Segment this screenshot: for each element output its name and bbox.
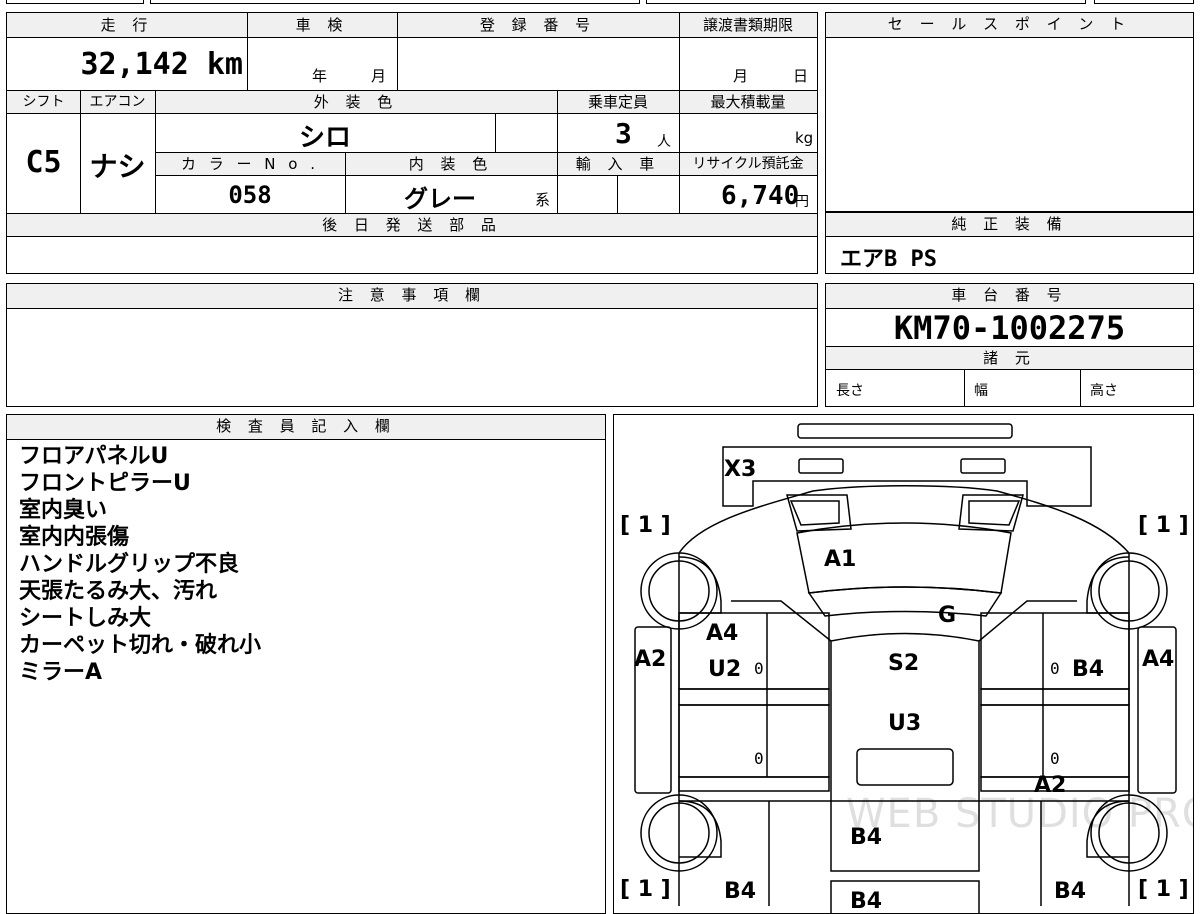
corner-bracket-top-left: [ 1 ] — [620, 513, 671, 538]
width-label: 幅 — [974, 383, 988, 399]
inspection-label: 車 検 — [295, 16, 349, 34]
notes-header: 注 意 事 項 欄 — [7, 284, 817, 309]
damage-label-b4-right: B4 — [1072, 657, 1105, 682]
damage-label-b4-bottom-right: B4 — [1054, 879, 1087, 904]
chassis-box: 車 台 番 号 KM70-1002275 諸 元 長さ 幅 高さ — [825, 283, 1194, 407]
inspector-line-8: カーペット切れ・破れ小 — [19, 633, 262, 658]
transfer-day: 日 — [793, 67, 809, 85]
car-diagram-box: WEB STUDIO PRO [ 1 ] [ 1 ] [ 1 ] [ 1 ] X… — [613, 414, 1194, 914]
damage-label-a4-left: A4 — [706, 621, 739, 646]
damage-label-b4-bottom-left: B4 — [724, 879, 757, 904]
capacity-label: 乗車定員 — [587, 93, 648, 111]
damage-label-a1: A1 — [824, 547, 857, 572]
shift-label: シフト — [22, 94, 65, 110]
recycle-unit: 円 — [795, 194, 809, 210]
damage-label-a2-bottom: A2 — [1034, 773, 1067, 798]
color-no-label: カ ラ ー N o . — [180, 155, 319, 173]
inspection-month: 月 — [371, 67, 387, 85]
sales-point-box: セ ー ル ス ポ イ ン ト — [825, 12, 1194, 212]
damage-label-b4-center: B4 — [850, 825, 883, 850]
inspector-line-2: フロントピラーU — [19, 471, 191, 496]
genuine-equipment-value: エアB PS — [840, 247, 937, 272]
genuine-equipment-box: 純 正 装 備 エアB PS — [825, 212, 1194, 274]
specs-box: 走 行 車 検 登 録 番 号 譲渡書類期限 32,142 km 年 月 月 日… — [6, 12, 818, 274]
inspection-year: 年 — [312, 67, 328, 85]
interior-color-label: 内 装 色 — [408, 155, 494, 173]
damage-label-b4-bottom-center: B4 — [850, 889, 883, 914]
damage-label-x3: X3 — [724, 457, 757, 482]
ac-label: エアコン — [89, 94, 146, 110]
color-no-value: 058 — [228, 181, 272, 209]
damage-label-s2: S2 — [888, 651, 920, 676]
length-label: 長さ — [836, 383, 864, 399]
mileage-label: 走 行 — [100, 16, 154, 34]
import-label: 輸 入 車 — [575, 155, 661, 173]
zero-marker-1: 0 — [754, 659, 764, 678]
chassis-value: KM70-1002275 — [893, 309, 1126, 347]
inspector-line-1: フロアパネルU — [19, 444, 169, 469]
exterior-color-value: シロ — [298, 123, 351, 153]
capacity-unit: 人 — [657, 134, 671, 150]
top-strip-4 — [1094, 0, 1194, 4]
damage-label-a4-right: A4 — [1142, 647, 1175, 672]
registration-label: 登 録 番 号 — [479, 16, 597, 34]
transfer-month: 月 — [733, 67, 749, 85]
inspector-header: 検 査 員 記 入 欄 — [7, 415, 605, 440]
height-label: 高さ — [1090, 383, 1118, 399]
sales-point-header: セ ー ル ス ポ イ ン ト — [826, 13, 1193, 38]
zero-marker-2: 0 — [1050, 659, 1060, 678]
later-parts-label: 後 日 発 送 部 品 — [322, 216, 502, 234]
inspector-line-9: ミラーA — [19, 660, 103, 685]
inspector-line-7: シートしみ大 — [19, 606, 152, 631]
interior-color-suffix: 系 — [535, 191, 551, 209]
interior-color-value: グレー — [404, 185, 476, 213]
notes-box: 注 意 事 項 欄 — [6, 283, 818, 407]
recycle-label: リサイクル預託金 — [692, 156, 804, 172]
damage-label-g: G — [938, 603, 957, 628]
inspector-line-5: ハンドルグリップ不良 — [19, 552, 240, 577]
dims-header: 諸 元 — [826, 346, 1193, 370]
zero-marker-3: 0 — [754, 749, 764, 768]
exterior-color-label: 外 装 色 — [313, 93, 399, 111]
top-strip-2 — [150, 0, 640, 4]
capacity-value: 3 — [615, 117, 632, 150]
inspector-line-3: 室内臭い — [19, 498, 108, 523]
recycle-value: 6,740 — [721, 181, 800, 211]
damage-label-a2-left: A2 — [634, 647, 667, 672]
inspector-box: 検 査 員 記 入 欄 フロアパネルU フロントピラーU 室内臭い 室内内張傷 … — [6, 414, 606, 914]
transfer-label: 譲渡書類期限 — [702, 16, 793, 34]
ac-value: ナシ — [89, 150, 146, 183]
mileage-value: 32,142 km — [80, 47, 243, 82]
inspector-line-6: 天張たるみ大、汚れ — [19, 579, 218, 604]
inspector-line-4: 室内内張傷 — [19, 525, 130, 550]
genuine-equipment-header: 純 正 装 備 — [826, 213, 1193, 237]
watermark: WEB STUDIO PRO — [846, 791, 1194, 837]
zero-marker-4: 0 — [1050, 749, 1060, 768]
corner-bracket-top-right: [ 1 ] — [1138, 513, 1189, 538]
max-load-unit: kg — [795, 129, 814, 147]
damage-label-u3: U3 — [888, 711, 922, 736]
corner-bracket-bottom-right: [ 1 ] — [1138, 877, 1189, 902]
max-load-label: 最大積載量 — [710, 93, 786, 111]
top-strip-1 — [6, 0, 144, 4]
chassis-header: 車 台 番 号 — [826, 284, 1193, 309]
shift-value: C5 — [25, 145, 62, 180]
top-strip-3 — [646, 0, 1086, 4]
damage-label-u2: U2 — [708, 657, 742, 682]
corner-bracket-bottom-left: [ 1 ] — [620, 877, 671, 902]
